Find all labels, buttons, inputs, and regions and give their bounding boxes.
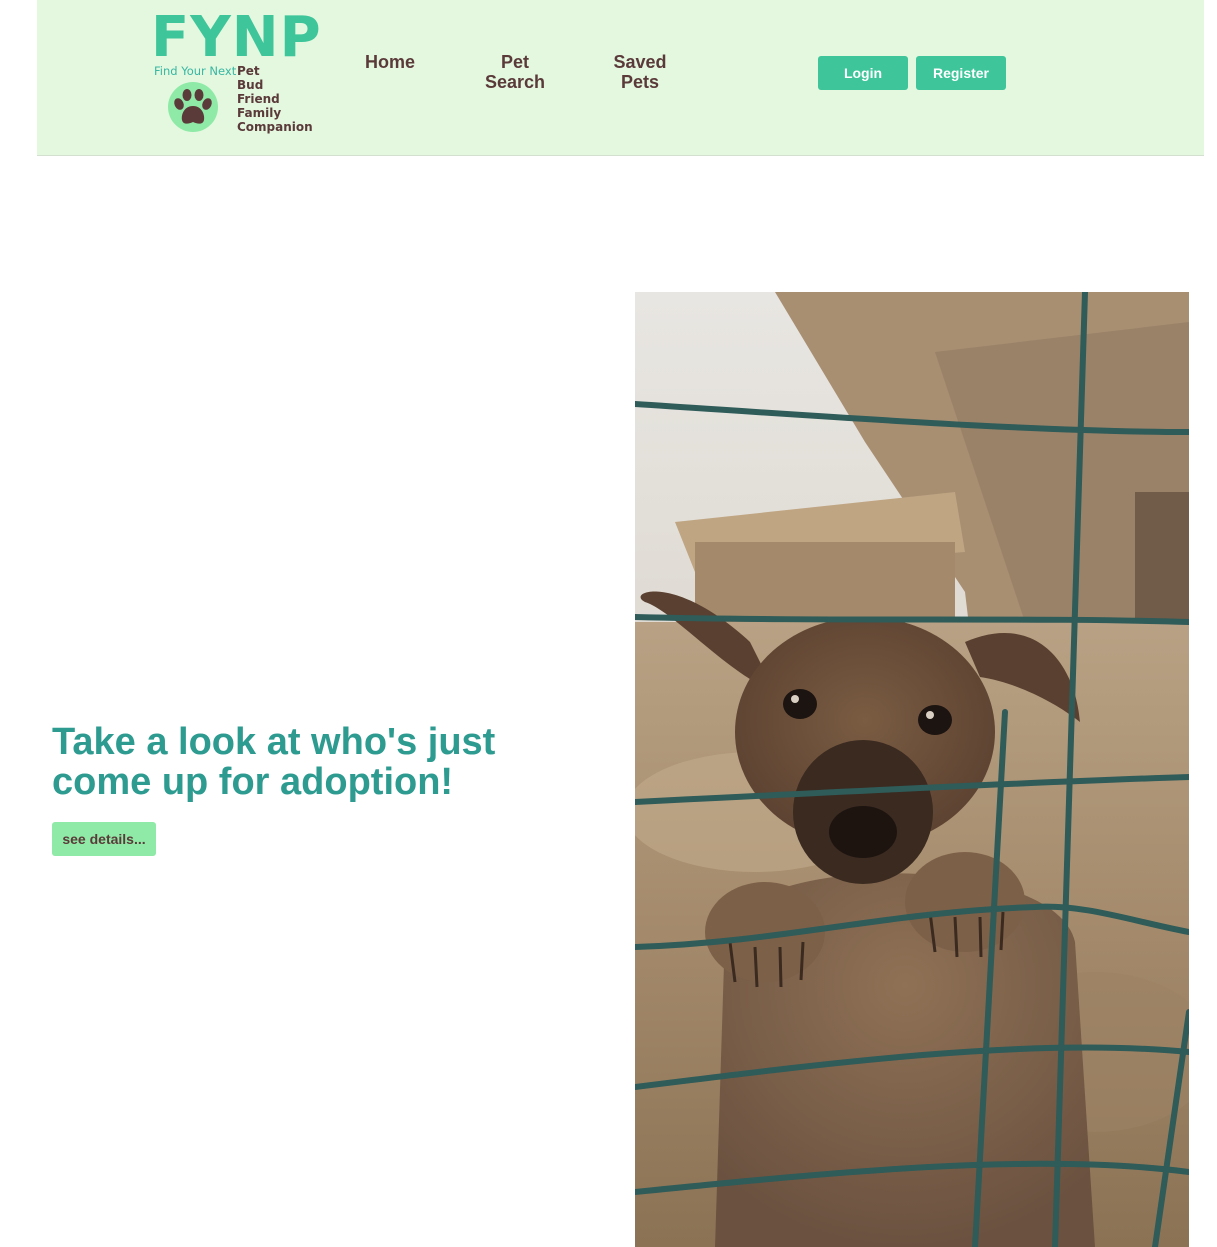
logo-word: Companion: [237, 120, 313, 134]
puppy-behind-fence-photo: [635, 292, 1189, 1247]
nav-saved-pets-link[interactable]: Saved Pets: [605, 52, 675, 92]
hero-heading-line: Take a look at who's just: [52, 721, 496, 763]
logo-tagline: Find Your Next: [154, 64, 237, 78]
register-button[interactable]: Register: [916, 56, 1006, 90]
logo-word: Pet: [237, 64, 260, 78]
login-button[interactable]: Login: [818, 56, 908, 90]
hero-heading-line: come up for adoption!: [52, 761, 454, 803]
fynp-logo[interactable]: FYNP Find Your Next Pet Bud Friend Famil…: [151, 8, 321, 138]
nav-saved-pets-label: Pets: [620, 72, 660, 92]
logo-word: Bud: [237, 78, 264, 92]
logo-title: FYNP: [151, 5, 322, 70]
logo-word-list: Pet Bud Friend Family Companion: [237, 64, 313, 134]
hero-heading: Take a look at who's just come up for ad…: [52, 722, 572, 802]
logo-word: Family: [237, 106, 282, 120]
nav-pet-search-label: Search: [484, 72, 546, 92]
photo-illustration: [635, 292, 1189, 1247]
nav-home-label: Home: [364, 52, 415, 72]
nav-pet-search-link[interactable]: Pet Search: [480, 52, 550, 92]
see-details-button[interactable]: see details...: [52, 822, 156, 856]
paw-icon: [168, 82, 218, 132]
nav-saved-pets-label: Saved: [613, 52, 667, 72]
nav-pet-search-label: Pet: [500, 52, 529, 72]
navbar: FYNP Find Your Next Pet Bud Friend Famil…: [37, 0, 1204, 156]
nav-home-link[interactable]: Home: [357, 52, 423, 72]
logo-word: Friend: [237, 92, 280, 106]
